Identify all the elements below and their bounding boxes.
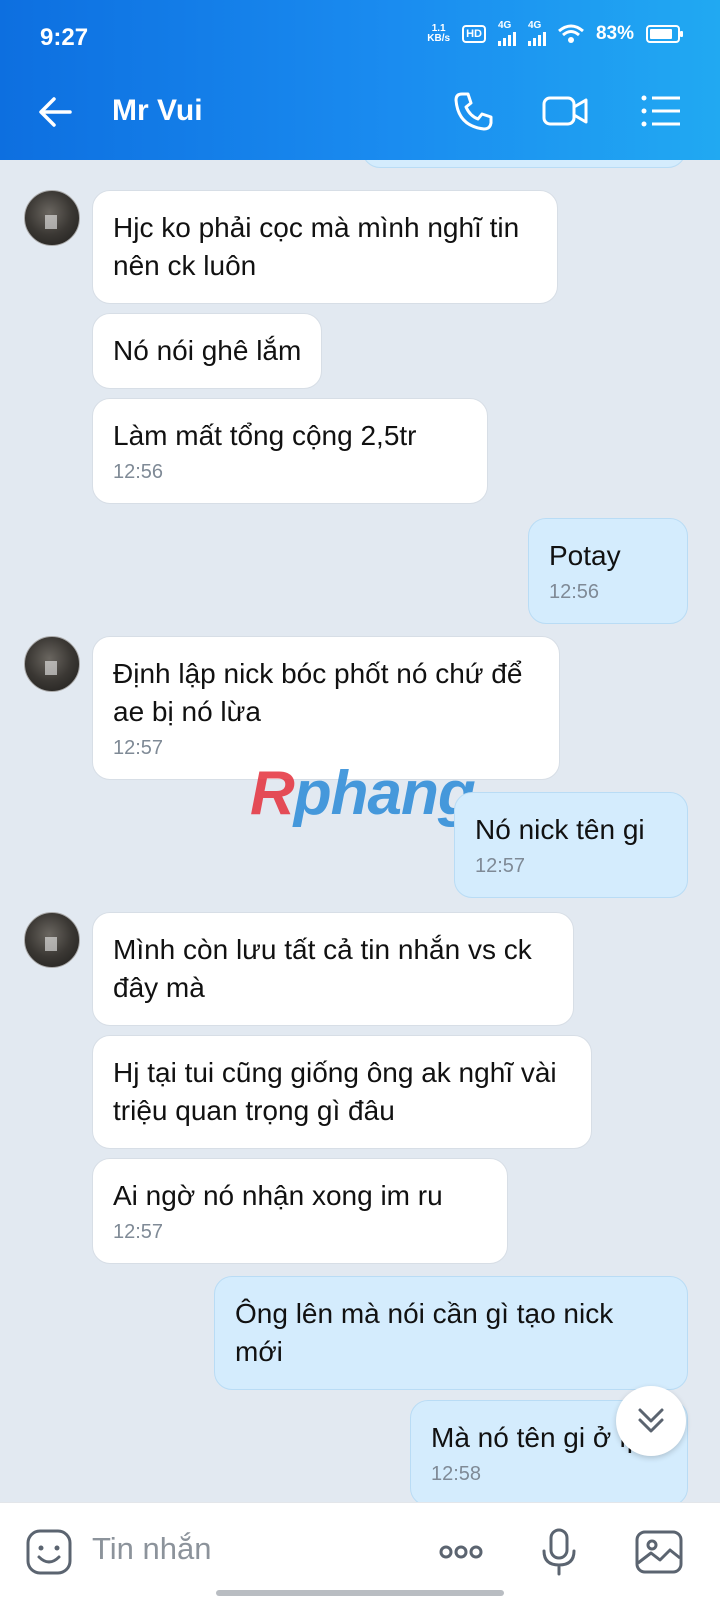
signal-icon-2: 4G	[527, 20, 546, 46]
wifi-icon	[558, 24, 584, 43]
network-type-label-2: 4G	[527, 20, 542, 31]
message-bubble[interactable]: Potay 12:56	[528, 518, 688, 624]
double-chevron-down-icon	[638, 1408, 664, 1433]
message-bubble[interactable]: Làm mất tổng cộng 2,5tr 12:56	[92, 398, 488, 504]
message-time: 12:58	[431, 1463, 482, 1485]
top-bar: 9:27 1.1 KB/s HD 4G 4G 83% Mr Vui	[0, 0, 720, 160]
battery-icon	[646, 25, 683, 43]
avatar[interactable]	[24, 912, 80, 968]
message-text: Ông lên mà nói cần gì tạo nick mới	[235, 1298, 614, 1367]
message-time: 12:57	[113, 1221, 164, 1243]
message-bubble-partial	[362, 160, 686, 168]
home-indicator[interactable]	[216, 1590, 504, 1596]
message-bubble[interactable]: Hj tại tui cũng giống ông ak nghĩ vài tr…	[92, 1035, 592, 1149]
video-call-icon[interactable]	[540, 86, 590, 136]
message-bubble[interactable]: Nó nick tên gi 12:57	[454, 792, 688, 898]
message-bubble[interactable]: Ông lên mà nói cần gì tạo nick mới	[214, 1276, 688, 1390]
message-bubble[interactable]: Ai ngờ nó nhận xong im ru 12:57	[92, 1158, 508, 1264]
status-bar: 9:27 1.1 KB/s HD 4G 4G 83%	[0, 0, 720, 64]
message-bubble[interactable]: Hjc ko phải cọc mà mình nghĩ tin nên ck …	[92, 190, 558, 304]
message-time: 12:57	[475, 855, 526, 877]
signal-icon: 4G	[497, 20, 516, 46]
message-input-bar: Tin nhắn	[0, 1502, 720, 1600]
status-time: 9:27	[40, 24, 89, 51]
message-text: Làm mất tổng cộng 2,5tr	[113, 420, 417, 451]
net-speed: 1.1 KB/s	[427, 24, 450, 44]
message-bubble[interactable]: Nó nói ghê lắm	[92, 313, 323, 389]
message-bubble[interactable]: Mình còn lưu tất cả tin nhắn vs ck đây m…	[92, 912, 574, 1026]
message-text: Hj tại tui cũng giống ông ak nghĩ vài tr…	[113, 1057, 557, 1126]
message-input[interactable]: Tin nhắn	[92, 1531, 212, 1567]
status-icons: 1.1 KB/s HD 4G 4G 83%	[427, 20, 683, 46]
message-text: Định lập nick bóc phốt nó chứ để ae bị n…	[113, 658, 523, 727]
network-type-label: 4G	[497, 20, 512, 31]
battery-percent: 83%	[595, 23, 634, 44]
message-time: 12:56	[113, 461, 164, 483]
microphone-icon[interactable]	[532, 1525, 586, 1579]
avatar[interactable]	[24, 636, 80, 692]
watermark-logo: Rphang	[250, 759, 476, 828]
message-text: Nó nick tên gi	[475, 814, 645, 845]
back-arrow-icon[interactable]	[32, 88, 80, 136]
scroll-to-bottom-button[interactable]	[616, 1386, 686, 1456]
phone-icon[interactable]	[448, 86, 498, 136]
image-icon[interactable]	[632, 1525, 686, 1579]
message-text: Mình còn lưu tất cả tin nhắn vs ck đây m…	[113, 934, 532, 1003]
message-text: Mà nó tên gi ở fp	[431, 1422, 643, 1453]
hd-voice-icon: HD	[462, 25, 486, 43]
more-options-icon[interactable]	[434, 1525, 488, 1579]
menu-list-icon[interactable]	[636, 86, 686, 136]
message-text: Hjc ko phải cọc mà mình nghĩ tin nên ck …	[113, 212, 520, 281]
message-text: Nó nói ghê lắm	[113, 335, 302, 366]
chat-header: Mr Vui	[0, 64, 720, 160]
message-time: 12:56	[549, 581, 600, 603]
message-list[interactable]: Hjc ko phải cọc mà mình nghĩ tin nên ck …	[0, 160, 720, 1502]
avatar[interactable]	[24, 190, 80, 246]
sticker-icon[interactable]	[22, 1525, 76, 1579]
message-text: Ai ngờ nó nhận xong im ru	[113, 1180, 443, 1211]
message-text: Potay	[549, 540, 621, 571]
net-speed-unit: KB/s	[427, 33, 451, 44]
contact-name[interactable]: Mr Vui	[112, 94, 203, 128]
